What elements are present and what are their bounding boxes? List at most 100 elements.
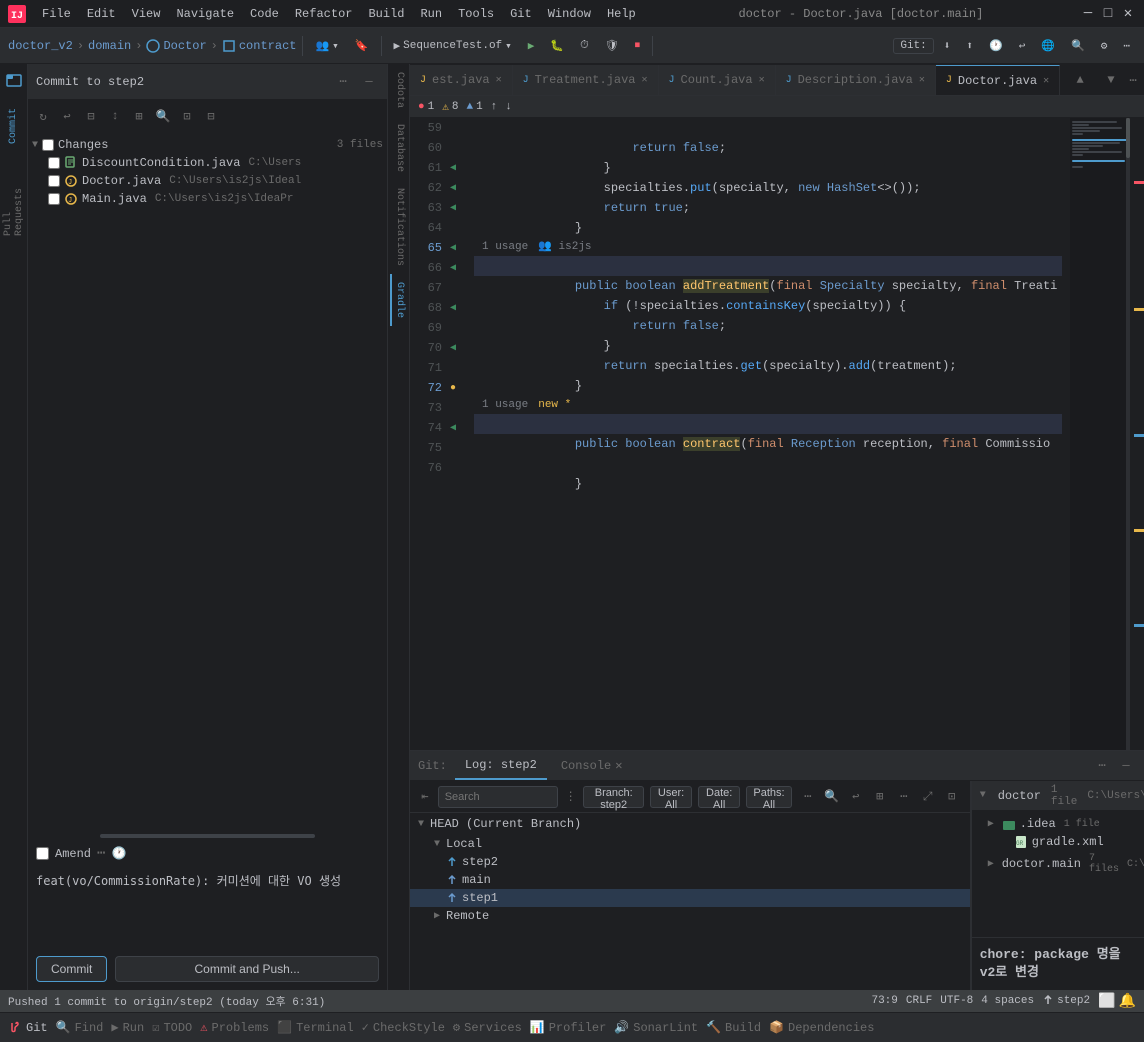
file-0-checkbox[interactable] [48, 157, 60, 169]
tab-close-2[interactable]: ✕ [759, 74, 765, 86]
translate-button[interactable]: 🌐 [1035, 34, 1061, 58]
user-filter[interactable]: User: All [650, 786, 692, 808]
tree-item-gradle[interactable]: GR gradle.xml [972, 833, 1144, 851]
sonar-tab[interactable]: 🔊 SonarLint [614, 1020, 698, 1035]
tab-scroll-up[interactable]: ▲ [1069, 65, 1091, 95]
git-action-2[interactable]: ↩ [846, 787, 866, 807]
filter-button[interactable]: 🔍 [152, 105, 174, 127]
breadcrumb-doctor[interactable]: Doctor [146, 39, 206, 53]
problems-tab[interactable]: ⚠ Problems [200, 1020, 269, 1035]
git-search-input[interactable] [438, 786, 558, 808]
refresh-button[interactable]: ↻ [32, 105, 54, 127]
step2-branch[interactable]: step2 [410, 853, 970, 871]
file-2-checkbox[interactable] [48, 193, 60, 205]
bottom-options-button[interactable]: ⋯ [1092, 756, 1112, 776]
tab-est-java[interactable]: J est.java ✕ [410, 65, 513, 95]
amend-checkbox[interactable] [36, 847, 49, 860]
git-filter-options[interactable]: ⋮ [564, 787, 578, 807]
git-rollback-button[interactable]: ↩ [1013, 34, 1032, 58]
menu-refactor[interactable]: Refactor [289, 5, 359, 23]
branch-filter[interactable]: Branch: step2 [583, 786, 644, 808]
notifications-icon[interactable]: 🔔 [1119, 993, 1136, 1010]
amend-options-button[interactable]: ⋯ [97, 845, 105, 862]
amend-history-button[interactable]: 🕐 [111, 846, 126, 861]
vtab-codota[interactable]: Codota [390, 64, 407, 116]
file-1-checkbox[interactable] [48, 175, 60, 187]
code-content[interactable]: return false; } specialties.put(specialt… [466, 118, 1070, 750]
file-item-0[interactable]: DiscountCondition.java C:\Users [28, 154, 387, 172]
main-branch[interactable]: main [410, 871, 970, 889]
profiler-tab[interactable]: 📊 Profiler [530, 1020, 607, 1035]
git-history-button[interactable]: 🕐 [983, 34, 1009, 58]
menu-code[interactable]: Code [244, 5, 285, 23]
changes-checkbox[interactable] [42, 139, 54, 151]
tab-overflow-menu[interactable]: ⋯ [1122, 65, 1144, 95]
search-everywhere-button[interactable]: 🔍 [1065, 34, 1091, 58]
tab-treatment-java[interactable]: J Treatment.java ✕ [513, 65, 659, 95]
commit-message-input[interactable]: feat(vo/CommissionRate): 커미션에 대한 VO 생성 [28, 868, 387, 948]
diff-button[interactable]: ⊟ [80, 105, 102, 127]
tab-close-0[interactable]: ✕ [496, 74, 502, 86]
more-button[interactable]: ⋯ [1117, 34, 1136, 58]
commit-panel-minimize-button[interactable]: ─ [359, 72, 379, 92]
move-button[interactable]: ↕ [104, 105, 126, 127]
build-tab[interactable]: 🔨 Build [706, 1020, 761, 1035]
commit-and-push-button[interactable]: Commit and Push... [115, 956, 379, 982]
sidebar-pull-requests-icon[interactable]: Pull Requests [2, 200, 26, 224]
coverage-button[interactable]: 🛡 [599, 34, 625, 58]
menu-edit[interactable]: Edit [81, 5, 122, 23]
tab-close-4[interactable]: ✕ [1043, 75, 1049, 87]
menu-view[interactable]: View [126, 5, 167, 23]
tab-description-java[interactable]: J Description.java ✕ [776, 65, 936, 95]
file-item-2[interactable]: J Main.java C:\Users\is2js\IdeaPr [28, 190, 387, 208]
menu-help[interactable]: Help [601, 5, 642, 23]
console-close-icon[interactable]: ✕ [615, 758, 622, 773]
run-tab[interactable]: ▶ Run [111, 1020, 144, 1035]
git-push-button[interactable]: ⬆ [960, 34, 979, 58]
menu-git[interactable]: Git [504, 5, 538, 23]
git-go-to-start[interactable]: ⇤ [418, 787, 432, 807]
paths-filter[interactable]: Paths: All [746, 786, 791, 808]
tab-close-1[interactable]: ✕ [642, 74, 648, 86]
team-button[interactable]: 👥 ▾ [309, 34, 344, 58]
nav-down-button[interactable]: ↓ [505, 101, 512, 113]
bookmark-button[interactable]: 🔖 [349, 34, 375, 58]
changes-section-header[interactable]: ▼ Changes 3 files [28, 136, 387, 154]
menu-file[interactable]: File [36, 5, 77, 23]
collapse-button[interactable]: ⊟ [200, 105, 222, 127]
terminal-icon[interactable]: ⬜ [1098, 993, 1115, 1010]
git-update-button[interactable]: ⬇ [938, 34, 957, 58]
menu-run[interactable]: Run [414, 5, 448, 23]
minimize-button[interactable]: ─ [1080, 6, 1096, 22]
expand-button[interactable]: ⊡ [176, 105, 198, 127]
sidebar-project-icon[interactable] [2, 68, 26, 92]
tab-close-3[interactable]: ✕ [919, 74, 925, 86]
bottom-tab-log[interactable]: Log: step2 [455, 752, 547, 780]
checkstyle-tab[interactable]: ✓ CheckStyle [362, 1020, 445, 1035]
bottom-tab-console[interactable]: Console ✕ [551, 752, 633, 780]
scrollbar-thumb[interactable] [100, 834, 315, 838]
file-item-1[interactable]: J Doctor.java C:\Users\is2js\Ideal [28, 172, 387, 190]
nav-up-button[interactable]: ↑ [491, 101, 498, 113]
status-branch[interactable]: step2 [1042, 995, 1090, 1007]
date-filter[interactable]: Date: All [698, 786, 740, 808]
menu-build[interactable]: Build [362, 5, 410, 23]
close-button[interactable]: ✕ [1120, 6, 1136, 22]
dependencies-tab[interactable]: 📦 Dependencies [769, 1020, 874, 1035]
debug-button[interactable]: 🐛 [544, 34, 570, 58]
menu-navigate[interactable]: Navigate [170, 5, 240, 23]
git-search-log[interactable]: 🔍 [822, 787, 842, 807]
breadcrumb-project[interactable]: doctor_v2 [8, 39, 73, 53]
vtab-notifications[interactable]: Notifications [390, 180, 407, 274]
git-action-4[interactable]: ⋯ [894, 787, 914, 807]
git-action-1[interactable]: ⋯ [798, 787, 818, 807]
breadcrumb-domain[interactable]: domain [88, 39, 131, 53]
git-expand[interactable]: ⤢ [918, 787, 938, 807]
tree-item-doctor-main[interactable]: ▶ doctor.main 7 files C:\Use [972, 851, 1144, 877]
tab-scroll-down[interactable]: ▼ [1100, 65, 1122, 95]
step1-branch[interactable]: step1 [410, 889, 970, 907]
terminal-tab[interactable]: ⬛ Terminal [277, 1020, 354, 1035]
git-action-3[interactable]: ⊞ [870, 787, 890, 807]
todo-tab[interactable]: ☑ TODO [152, 1020, 192, 1035]
commit-button[interactable]: Commit [36, 956, 107, 982]
